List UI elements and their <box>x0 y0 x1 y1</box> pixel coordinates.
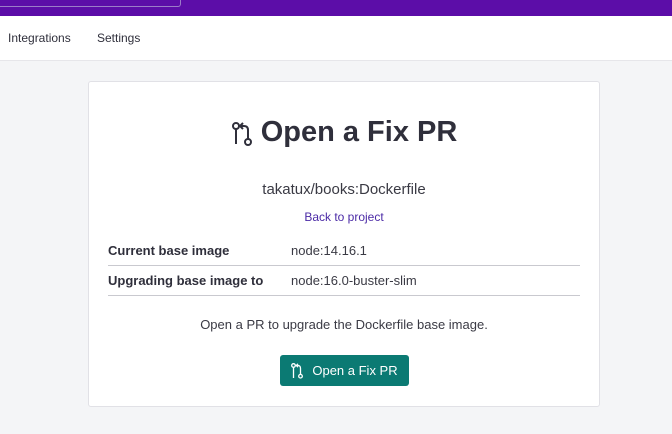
info-value: node:14.16.1 <box>291 243 367 258</box>
info-label: Current base image <box>108 243 230 258</box>
open-fix-pr-button-label: Open a Fix PR <box>312 363 398 378</box>
pull-request-icon <box>231 121 253 147</box>
nav-item-settings[interactable]: Settings <box>97 31 140 45</box>
back-to-project-link[interactable]: Back to project <box>89 210 599 224</box>
top-bar <box>0 0 672 16</box>
pull-request-icon <box>291 362 304 379</box>
sub-navigation: Integrations Settings <box>0 16 672 61</box>
page-title: Open a Fix PR <box>89 116 599 149</box>
info-row-current-base-image: Current base image node:14.16.1 <box>108 236 580 266</box>
info-label: Upgrading base image to <box>108 273 264 288</box>
fix-pr-card: Open a Fix PR takatux/books:Dockerfile B… <box>88 81 600 407</box>
info-value: node:16.0-buster-slim <box>291 273 417 288</box>
description-text: Open a PR to upgrade the Dockerfile base… <box>200 317 488 332</box>
page-title-text: Open a Fix PR <box>260 116 458 148</box>
top-bar-search-edge[interactable] <box>0 0 181 7</box>
info-row-upgrading-base-image: Upgrading base image to node:16.0-buster… <box>108 266 580 296</box>
repository-name: takatux/books:Dockerfile <box>262 181 426 198</box>
upgrade-info-table: Current base image node:14.16.1 Upgradin… <box>108 236 580 296</box>
open-fix-pr-button[interactable]: Open a Fix PR <box>280 355 409 386</box>
nav-item-integrations[interactable]: Integrations <box>8 31 71 45</box>
